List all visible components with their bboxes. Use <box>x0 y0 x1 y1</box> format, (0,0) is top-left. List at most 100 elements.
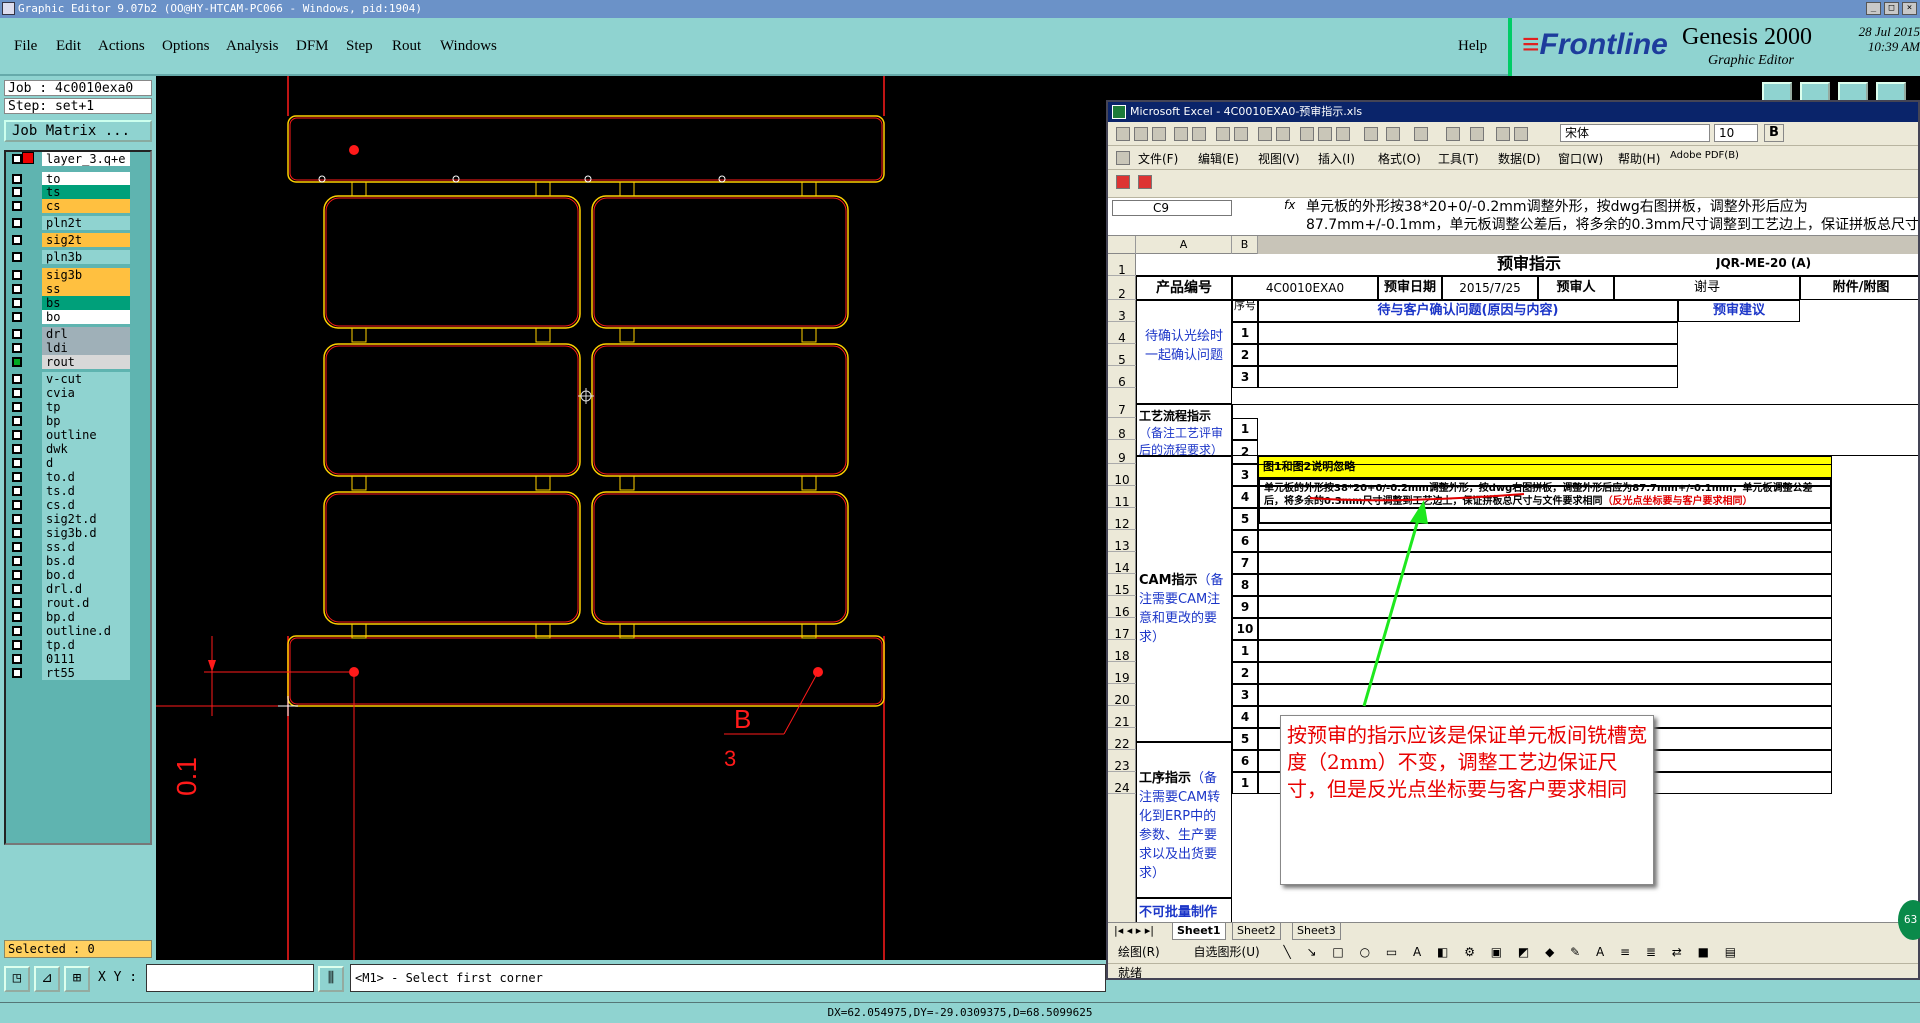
layer-row[interactable]: v-cut <box>8 372 148 386</box>
row-number[interactable]: 16 <box>1108 596 1136 619</box>
excel-doc-icon[interactable] <box>1116 151 1130 165</box>
layer-checkbox[interactable] <box>12 654 22 664</box>
content-cell[interactable] <box>1258 508 1832 530</box>
row-number[interactable]: 4 <box>1108 322 1136 345</box>
seq-cell[interactable]: 4 <box>1232 706 1258 728</box>
layer-row[interactable]: bs <box>8 296 148 310</box>
row-number[interactable]: 7 <box>1108 388 1136 418</box>
fx-icon[interactable]: fx <box>1284 198 1295 212</box>
autosum-icon[interactable] <box>1470 127 1484 141</box>
spelling-icon[interactable] <box>1258 127 1272 141</box>
layer-row[interactable]: layer_3.q+e <box>8 152 148 166</box>
layer-row[interactable]: ss.d <box>8 540 148 554</box>
layer-row[interactable]: ts <box>8 185 148 199</box>
layer-checkbox[interactable] <box>12 640 22 650</box>
row-number[interactable]: 15 <box>1108 574 1136 597</box>
layer-checkbox[interactable] <box>12 444 22 454</box>
xmenu-insert[interactable]: 插入(I) <box>1318 150 1355 167</box>
column-header-a[interactable]: A <box>1136 236 1232 254</box>
row-number[interactable]: 5 <box>1108 344 1136 367</box>
layer-row[interactable]: bp.d <box>8 610 148 624</box>
layer-row[interactable]: drl <box>8 327 148 341</box>
seq-cell[interactable]: 10 <box>1232 618 1258 640</box>
save-icon[interactable] <box>1152 127 1166 141</box>
research-icon[interactable] <box>1276 127 1290 141</box>
menu-step[interactable]: Step <box>346 38 373 55</box>
layer-checkbox[interactable] <box>12 329 22 339</box>
row-number[interactable]: 18 <box>1108 640 1136 663</box>
layer-checkbox[interactable] <box>12 357 22 367</box>
tab-sheet2[interactable]: Sheet2 <box>1232 923 1281 940</box>
content-cell[interactable] <box>1258 322 1678 344</box>
new-icon[interactable] <box>1116 127 1130 141</box>
layer-checkbox[interactable] <box>12 374 22 384</box>
seq-cell[interactable]: 2 <box>1232 344 1258 366</box>
layer-row[interactable]: outline.d <box>8 624 148 638</box>
row-number[interactable]: 6 <box>1108 366 1136 389</box>
content-cell[interactable] <box>1258 530 1832 552</box>
menu-dfm[interactable]: DFM <box>296 38 329 55</box>
seq-cell[interactable]: 1 <box>1232 640 1258 662</box>
cad-canvas[interactable]: B 3 0.1 <box>156 76 1106 960</box>
xmenu-edit[interactable]: 编辑(E) <box>1198 150 1239 167</box>
layer-row[interactable]: rt55 <box>8 666 148 680</box>
content-cell[interactable] <box>1258 640 1832 662</box>
paste-icon[interactable] <box>1336 127 1350 141</box>
pdf-convert-icon[interactable] <box>1116 175 1130 189</box>
layer-row[interactable]: sig3b.d <box>8 526 148 540</box>
layer-row[interactable]: bp <box>8 414 148 428</box>
layer-row[interactable]: ts.d <box>8 484 148 498</box>
autoshape-menu[interactable]: 自选图形(U) <box>1194 945 1260 959</box>
layer-row[interactable]: to <box>8 172 148 186</box>
row-number[interactable]: 23 <box>1108 750 1136 773</box>
measure-icon[interactable]: ⊿ <box>34 966 60 992</box>
layer-checkbox[interactable] <box>12 514 22 524</box>
tab-sheet3[interactable]: Sheet3 <box>1292 923 1341 940</box>
layer-row[interactable]: to.d <box>8 470 148 484</box>
seq-cell[interactable]: 3 <box>1232 684 1258 706</box>
close-button[interactable]: × <box>1902 2 1917 15</box>
xmenu-adobe-pdf[interactable]: Adobe PDF(B) <box>1670 150 1739 161</box>
row-number[interactable]: 20 <box>1108 684 1136 707</box>
content-cell[interactable] <box>1258 552 1832 574</box>
font-name-select[interactable]: 宋体 <box>1560 124 1710 142</box>
draw-menu[interactable]: 绘图(R) <box>1118 945 1160 959</box>
maximize-button[interactable]: □ <box>1884 2 1899 15</box>
menu-actions[interactable]: Actions <box>98 38 145 55</box>
seq-cell[interactable]: 7 <box>1232 552 1258 574</box>
row-number[interactable]: 24 <box>1108 772 1136 795</box>
seq-cell[interactable]: 1 <box>1232 418 1258 440</box>
layer-row[interactable]: bo.d <box>8 568 148 582</box>
layer-checkbox[interactable] <box>12 252 22 262</box>
layer-checkbox[interactable] <box>12 472 22 482</box>
content-cell[interactable] <box>1258 596 1832 618</box>
content-cell[interactable] <box>1258 662 1832 684</box>
layer-checkbox[interactable] <box>12 556 22 566</box>
row-number[interactable]: 17 <box>1108 618 1136 641</box>
seq-cell[interactable]: 1 <box>1232 772 1258 794</box>
layer-row[interactable]: tp.d <box>8 638 148 652</box>
row-number[interactable]: 10 <box>1108 464 1136 487</box>
column-header-b[interactable]: B <box>1232 236 1258 254</box>
xmenu-tools[interactable]: 工具(T) <box>1438 150 1479 167</box>
content-cell[interactable] <box>1258 574 1832 596</box>
layer-row[interactable]: rout <box>8 355 148 369</box>
menu-file[interactable]: File <box>14 38 37 55</box>
row-number[interactable]: 14 <box>1108 552 1136 575</box>
layer-checkbox[interactable] <box>12 598 22 608</box>
row-number[interactable]: 13 <box>1108 530 1136 553</box>
content-cell[interactable] <box>1258 618 1832 640</box>
minimize-button[interactable]: _ <box>1866 2 1881 15</box>
xy-input[interactable] <box>146 964 314 992</box>
print-preview-icon[interactable] <box>1234 127 1248 141</box>
shape-tools-icon[interactable]: ╲ ↘ □ ○ ▭ A ◧ ⚙ ▣ ◩ ◆ ✎ A ≡ ≣ ⇄ ■ ▤ <box>1284 945 1743 959</box>
row-number[interactable]: 9 <box>1108 440 1136 465</box>
layer-checkbox[interactable] <box>12 430 22 440</box>
sort-asc-icon[interactable] <box>1496 127 1510 141</box>
layer-row[interactable]: bs.d <box>8 554 148 568</box>
menu-windows[interactable]: Windows <box>440 38 497 55</box>
cut-icon[interactable] <box>1300 127 1314 141</box>
layer-row[interactable]: dwk <box>8 442 148 456</box>
content-cell[interactable] <box>1258 486 1832 508</box>
layer-checkbox[interactable] <box>12 570 22 580</box>
